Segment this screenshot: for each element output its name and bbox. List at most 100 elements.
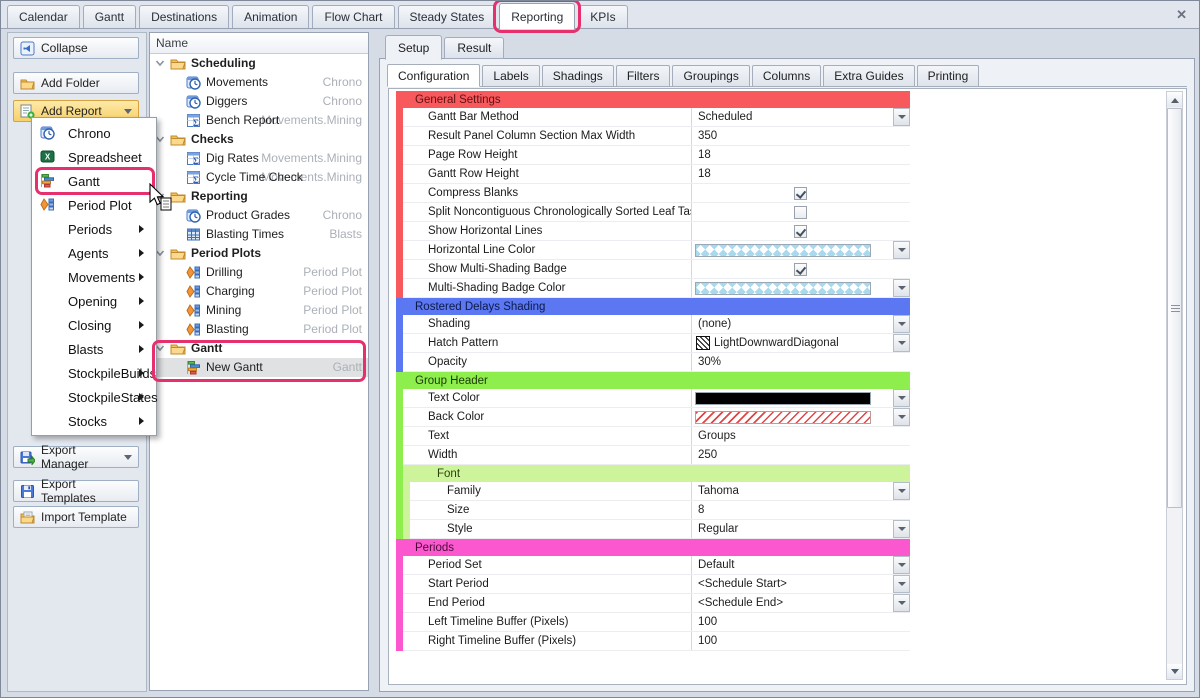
property-value[interactable]: 100 [691,613,910,631]
property-value[interactable]: Groups [691,427,910,445]
color-swatch-red-hatch[interactable] [695,411,871,424]
property-value[interactable] [691,279,910,297]
dropdown-button[interactable] [893,334,910,352]
subtab-extra-guides[interactable]: Extra Guides [823,65,914,86]
menu-item-chrono[interactable]: Chrono [32,121,156,145]
dropdown-button[interactable] [893,520,910,538]
menu-item-stockpilebuilds[interactable]: StockpileBuilds [32,361,156,385]
property-value[interactable] [691,184,910,202]
tree-report-row[interactable]: ChronoMovements [150,73,368,92]
tree-report-row[interactable]: BlastsBlasting Times [150,225,368,244]
property-value[interactable] [691,203,910,221]
tree-report-row[interactable]: Period PlotDrilling [150,263,368,282]
menu-item-blasts[interactable]: Blasts [32,337,156,361]
vertical-scrollbar[interactable] [1166,91,1183,680]
tree-folder-row[interactable]: Reporting [150,187,368,206]
dropdown-button[interactable] [893,408,910,426]
menu-item-agents[interactable]: Agents [32,241,156,265]
property-value[interactable] [691,389,910,407]
property-value[interactable]: 8 [691,501,910,519]
dropdown-button[interactable] [893,482,910,500]
checkbox-checked-icon[interactable] [794,263,807,276]
collapse-button[interactable]: Collapse [13,37,139,59]
dropdown-button[interactable] [893,279,910,297]
property-value[interactable]: LightDownwardDiagonal [691,334,910,352]
tree-report-row[interactable]: Period PlotBlasting [150,320,368,339]
menu-item-opening[interactable]: Opening [32,289,156,313]
menu-item-period-plot[interactable]: Period Plot [32,193,156,217]
tab-setup[interactable]: Setup [385,35,442,60]
add-folder-button[interactable]: Add Folder [13,72,139,94]
property-value[interactable]: Scheduled [691,108,910,126]
property-value[interactable]: Tahoma [691,482,910,500]
property-value[interactable]: 350 [691,127,910,145]
subtab-labels[interactable]: Labels [482,65,539,86]
subtab-shadings[interactable]: Shadings [542,65,614,86]
tab-calendar[interactable]: Calendar [7,5,80,28]
tab-result[interactable]: Result [444,37,504,59]
color-swatch-blue-diamond[interactable] [695,282,871,295]
tree-report-row[interactable]: ChronoDiggers [150,92,368,111]
scrollbar-thumb[interactable] [1167,108,1182,508]
tree-folder-row[interactable]: Checks [150,130,368,149]
tab-reporting[interactable]: Reporting [499,3,575,29]
dropdown-button[interactable] [893,389,910,407]
property-value[interactable]: 18 [691,146,910,164]
dropdown-button[interactable] [893,575,910,593]
property-value[interactable]: 18 [691,165,910,183]
dropdown-button[interactable] [893,315,910,333]
property-value[interactable]: (none) [691,315,910,333]
color-swatch-black[interactable] [695,392,871,405]
tab-steady-states[interactable]: Steady States [398,5,497,28]
menu-item-stockpilestates[interactable]: StockpileStates [32,385,156,409]
property-value[interactable]: <Schedule Start> [691,575,910,593]
dropdown-button[interactable] [893,108,910,126]
property-value[interactable] [691,222,910,240]
tree-report-row[interactable]: ΣMovements.MiningBench Report [150,111,368,130]
subtab-configuration[interactable]: Configuration [387,64,480,87]
tree-report-row[interactable]: ΣMovements.MiningDig Rates [150,149,368,168]
property-value[interactable] [691,260,910,278]
tab-animation[interactable]: Animation [232,5,309,28]
subtab-filters[interactable]: Filters [616,65,671,86]
tree-report-row[interactable]: GanttNew Gantt [150,358,368,377]
tab-flow-chart[interactable]: Flow Chart [312,5,394,28]
checkbox-checked-icon[interactable] [794,225,807,238]
tree-report-row[interactable]: Period PlotMining [150,301,368,320]
tree-folder-row[interactable]: Scheduling [150,54,368,73]
subtab-printing[interactable]: Printing [917,65,980,86]
menu-item-closing[interactable]: Closing [32,313,156,337]
color-swatch-blue-diamond[interactable] [695,244,871,257]
tree-column-header[interactable]: Name [150,33,368,54]
subtab-columns[interactable]: Columns [752,65,821,86]
property-value[interactable]: 30% [691,353,910,371]
import-template-button[interactable]: Import Template [13,506,139,528]
menu-item-movements[interactable]: Movements [32,265,156,289]
property-value[interactable]: 250 [691,446,910,464]
dropdown-button[interactable] [893,556,910,574]
property-value[interactable]: 100 [691,632,910,650]
dropdown-button[interactable] [893,594,910,612]
tab-kpis[interactable]: KPIs [578,5,627,28]
tree-report-row[interactable]: Period PlotCharging [150,282,368,301]
tab-destinations[interactable]: Destinations [139,5,229,28]
scroll-down-arrow-icon[interactable] [1167,664,1182,679]
scroll-up-arrow-icon[interactable] [1167,92,1182,107]
tab-gantt[interactable]: Gantt [83,5,136,28]
tree-folder-row[interactable]: Period Plots [150,244,368,263]
export-templates-button[interactable]: Export Templates [13,480,139,502]
export-manager-button[interactable]: Export Manager [13,446,139,468]
chevron-down-icon[interactable] [154,57,166,72]
checkbox-unchecked-icon[interactable] [794,206,807,219]
menu-item-spreadsheet[interactable]: XSpreadsheet [32,145,156,169]
tree-folder-row[interactable]: Gantt [150,339,368,358]
property-value[interactable]: <Schedule End> [691,594,910,612]
property-value[interactable]: Regular [691,520,910,538]
checkbox-checked-icon[interactable] [794,187,807,200]
property-value[interactable]: Default [691,556,910,574]
subtab-groupings[interactable]: Groupings [672,65,749,86]
close-icon[interactable]: ✕ [1176,7,1187,23]
property-value[interactable] [691,408,910,426]
property-value[interactable] [691,241,910,259]
menu-item-gantt[interactable]: Gantt [32,169,156,193]
